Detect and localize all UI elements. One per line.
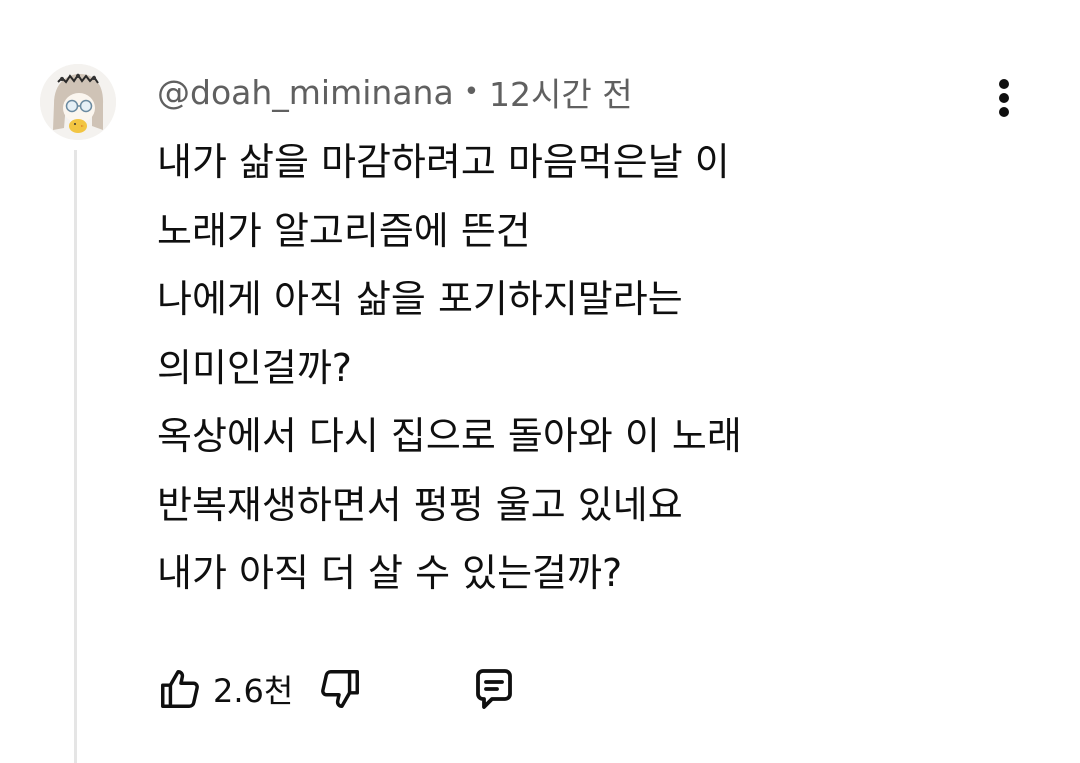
comment-header: @doah_miminana • 12시간 전 xyxy=(157,68,633,116)
like-count: 2.6천 xyxy=(213,672,294,710)
thumb-down-icon xyxy=(321,670,360,708)
comment-line: 내가 삶을 마감하려고 마음먹은날 이 xyxy=(157,140,730,184)
more-vert-icon xyxy=(999,79,1009,117)
reply-button[interactable] xyxy=(469,664,519,714)
comment-line: 노래가 알고리즘에 뜬건 xyxy=(157,208,531,253)
author-name[interactable]: @doah_miminana xyxy=(157,73,454,112)
more-actions-button[interactable] xyxy=(982,74,1026,122)
reply-thread-line xyxy=(74,150,77,763)
dislike-button[interactable] xyxy=(315,664,365,714)
comment-line: 의미인걸까? xyxy=(157,345,352,390)
separator-dot: • xyxy=(463,77,480,107)
comment-line: 나에게 아직 삶을 포기하지말라는 xyxy=(157,277,683,321)
thumb-up-icon xyxy=(161,670,199,708)
comment-text: 내가 삶을 마감하려고 마음먹은날 이 노래가 알고리즘에 뜬건 나에게 아직 … xyxy=(157,128,1017,608)
comment-reply-icon xyxy=(476,669,513,709)
comment-actions: 2.6천 xyxy=(155,661,519,717)
avatar-image xyxy=(40,64,116,140)
comment-timestamp[interactable]: 12시간 전 xyxy=(489,68,633,116)
avatar[interactable] xyxy=(40,64,116,140)
like-button[interactable] xyxy=(155,664,205,714)
comment-line: 반복재생하면서 펑펑 울고 있네요 xyxy=(157,482,683,527)
comment-line: 내가 아직 더 살 수 있는걸까? xyxy=(157,551,623,595)
comment-line: 옥상에서 다시 집으로 돌아와 이 노래 xyxy=(157,414,742,458)
